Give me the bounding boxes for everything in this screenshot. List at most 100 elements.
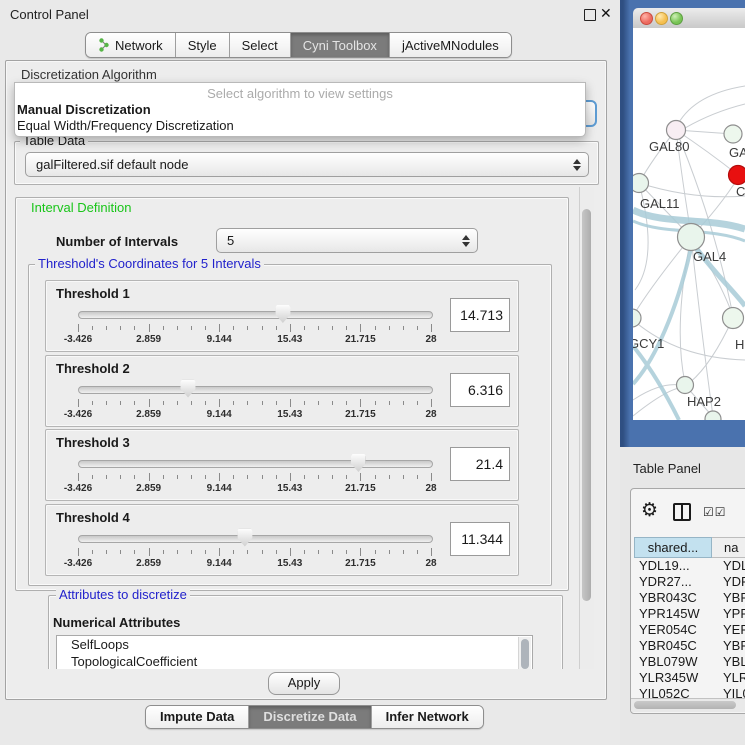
tab-network[interactable]: Network xyxy=(86,33,176,57)
cell-shared-name[interactable]: YPR145W xyxy=(634,606,716,622)
tick-mark xyxy=(106,550,107,554)
cell-name[interactable]: YBR0 xyxy=(716,638,745,654)
column-header-name[interactable]: na xyxy=(712,537,745,558)
cell-shared-name[interactable]: YDR27... xyxy=(634,574,716,590)
node-gal4[interactable] xyxy=(678,224,705,251)
node-gal80[interactable] xyxy=(667,121,686,140)
network-window-titlebar[interactable] xyxy=(633,8,745,29)
apply-button[interactable]: Apply xyxy=(268,672,340,695)
tick-mark xyxy=(219,473,220,481)
cell-name[interactable]: YLR3 xyxy=(716,670,745,686)
scrollbar-thumb[interactable] xyxy=(634,701,736,709)
cell-name[interactable]: YDR2 xyxy=(716,574,745,590)
cell-shared-name[interactable]: YBR043C xyxy=(634,590,716,606)
close-traffic-light[interactable] xyxy=(640,12,653,25)
tab-impute-data[interactable]: Impute Data xyxy=(146,706,249,728)
dropdown-option-equal-width[interactable]: Equal Width/Frequency Discretization xyxy=(15,118,585,134)
threshold-value-box[interactable]: 21.4 xyxy=(450,447,510,481)
threshold-value-box[interactable]: 6.316 xyxy=(450,373,510,407)
tab-style[interactable]: Style xyxy=(176,33,230,57)
network-view-window: GAL80 GA C GAL11 GAL4 GCY1 H HAP2 xyxy=(620,0,745,447)
cell-name[interactable]: YDL1 xyxy=(716,558,745,574)
zoom-traffic-light[interactable] xyxy=(670,12,683,25)
slider-track[interactable] xyxy=(78,386,433,394)
attribute-list-item[interactable]: TopologicalCoefficient xyxy=(57,653,532,669)
column-header-shared[interactable]: shared... xyxy=(634,537,712,558)
node-partial-mid-right[interactable] xyxy=(723,308,744,329)
cell-shared-name[interactable]: YER054C xyxy=(634,622,716,638)
node-hap2[interactable] xyxy=(677,377,694,394)
tab-jactivemnodules[interactable]: jActiveMNodules xyxy=(390,33,511,57)
split-pane-icon[interactable] xyxy=(673,503,691,521)
cell-shared-name[interactable]: YDL19... xyxy=(634,558,716,574)
threshold-value-box[interactable]: 11.344 xyxy=(450,522,510,556)
scale-label: 2.859 xyxy=(136,483,161,494)
table-row[interactable]: YER054CYER0 xyxy=(634,622,745,638)
tick-mark xyxy=(304,550,305,554)
table-row[interactable]: YPR145WYPR1 xyxy=(634,606,745,622)
table-row[interactable]: YBR045CYBR0 xyxy=(634,638,745,654)
slider-thumb[interactable] xyxy=(181,380,196,398)
table-row[interactable]: YBL079WYBL0 xyxy=(634,654,745,670)
table-horizontal-scrollbar[interactable] xyxy=(631,698,745,712)
cell-name[interactable]: YER0 xyxy=(716,622,745,638)
number-of-intervals-combobox[interactable]: 5 xyxy=(216,228,478,253)
checkbox-columns-icon[interactable]: ☑☑ xyxy=(703,505,727,519)
tab-discretize-data[interactable]: Discretize Data xyxy=(249,706,371,728)
tick-mark xyxy=(276,475,277,479)
tab-cyni-toolbox[interactable]: Cyni Toolbox xyxy=(291,33,390,57)
tab-select[interactable]: Select xyxy=(230,33,291,57)
threshold-row: Threshold 1 -3.4262.8599.14415.4321.7152… xyxy=(45,280,519,352)
slider-track[interactable] xyxy=(78,460,433,468)
threshold-value-box[interactable]: 14.713 xyxy=(450,298,510,332)
panel-vertical-scrollbar[interactable] xyxy=(579,187,594,669)
tab-infer-network[interactable]: Infer Network xyxy=(372,706,483,728)
scrollbar-thumb[interactable] xyxy=(582,209,591,601)
slider-track[interactable] xyxy=(78,535,433,543)
tick-mark xyxy=(304,326,305,330)
threshold-slider[interactable]: -3.4262.8599.14415.4321.71528 xyxy=(78,531,433,567)
node-gal11[interactable] xyxy=(633,174,649,193)
cell-name[interactable]: YBL0 xyxy=(716,654,745,670)
threshold-slider[interactable]: -3.4262.8599.14415.4321.71528 xyxy=(78,456,433,492)
node-gcy1[interactable] xyxy=(633,309,641,327)
slider-thumb[interactable] xyxy=(237,529,252,547)
node-red[interactable] xyxy=(729,166,745,185)
tick-mark xyxy=(219,399,220,407)
threshold-slider[interactable]: -3.4262.8599.14415.4321.71528 xyxy=(78,382,433,418)
attributes-list-scrollbar[interactable] xyxy=(518,637,531,669)
slider-thumb[interactable] xyxy=(351,454,366,472)
tick-mark xyxy=(106,326,107,330)
close-icon[interactable]: ✕ xyxy=(600,5,612,22)
cell-shared-name[interactable]: YLR345W xyxy=(634,670,716,686)
tick-mark xyxy=(389,401,390,405)
scrollbar-thumb[interactable] xyxy=(521,639,529,669)
node-partial-top-right[interactable] xyxy=(724,125,742,143)
threshold-slider[interactable]: -3.4262.8599.14415.4321.71528 xyxy=(78,307,433,343)
minimize-traffic-light[interactable] xyxy=(655,12,668,25)
dropdown-option-manual[interactable]: Manual Discretization xyxy=(15,102,585,118)
slider-thumb[interactable] xyxy=(275,305,290,323)
table-row[interactable]: YDR27...YDR2 xyxy=(634,574,745,590)
table-row[interactable]: YDL19...YDL1 xyxy=(634,558,745,574)
float-window-icon[interactable] xyxy=(584,9,596,21)
tick-mark xyxy=(233,475,234,479)
gear-icon[interactable]: ⚙ xyxy=(641,499,658,522)
dropdown-placeholder-option[interactable]: Select algorithm to view settings xyxy=(15,83,585,102)
threshold-row: Threshold 3 -3.4262.8599.14415.4321.7152… xyxy=(45,429,519,501)
tick-mark xyxy=(431,473,432,481)
table-row[interactable]: YLR345WYLR3 xyxy=(634,670,745,686)
cell-name[interactable]: YPR1 xyxy=(716,606,745,622)
cell-shared-name[interactable]: YBL079W xyxy=(634,654,716,670)
tick-mark xyxy=(247,326,248,330)
network-canvas[interactable]: GAL80 GA C GAL11 GAL4 GCY1 H HAP2 xyxy=(633,28,745,420)
cell-name[interactable]: YBR0 xyxy=(716,590,745,606)
attribute-list-item[interactable]: SelfLoops xyxy=(57,636,532,653)
table-data-combobox[interactable]: galFiltered.sif default node xyxy=(25,152,589,177)
cell-shared-name[interactable]: YBR045C xyxy=(634,638,716,654)
table-row[interactable]: YBR043CYBR0 xyxy=(634,590,745,606)
node-partial-bottom[interactable] xyxy=(705,411,721,420)
slider-track[interactable] xyxy=(78,311,433,319)
tick-mark xyxy=(389,550,390,554)
numerical-attributes-list[interactable]: SelfLoopsTopologicalCoefficientBetweenne… xyxy=(56,635,533,669)
